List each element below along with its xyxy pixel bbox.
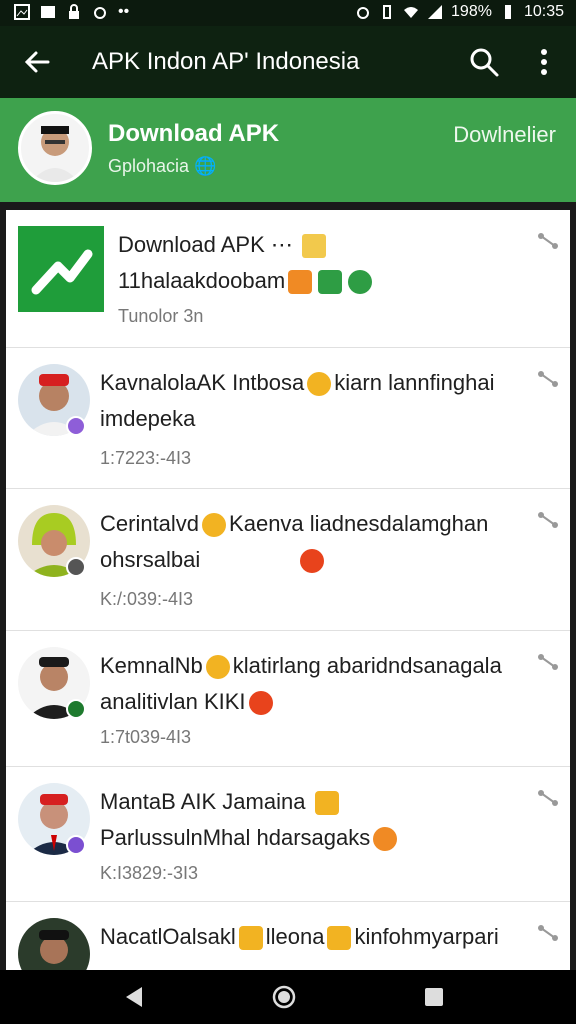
face-emoji-icon — [202, 513, 227, 538]
item-title: Cerintalvd Kaenva liadnesdalamghan — [100, 511, 489, 538]
face-emoji-icon — [307, 372, 332, 397]
emoji-icon — [315, 791, 340, 816]
item-text: imdepeka — [100, 406, 196, 431]
item-text: analitivlan KIKI — [100, 689, 276, 716]
house-emoji-icon — [302, 234, 326, 259]
share-icon[interactable] — [536, 785, 560, 809]
emoji-icon — [327, 926, 352, 951]
signal-icon — [428, 5, 443, 19]
list-item[interactable]: Download APK ⋯ 11halaakdoobam Tunolor 3n — [6, 210, 570, 348]
globe-icon: 🌐 — [194, 156, 217, 176]
status-badge — [66, 699, 86, 719]
channel-avatar[interactable] — [18, 111, 92, 185]
battery-icon — [504, 5, 511, 19]
item-text: ohsrsalbai — [100, 547, 327, 574]
list-item[interactable]: KemnalNb klatirlang abaridndsanagala anal… — [6, 631, 570, 767]
clock: 10:35 — [523, 3, 564, 20]
alarm-icon — [357, 7, 370, 19]
nav-back-icon[interactable] — [122, 984, 148, 1010]
item-title: KemnalNb klatirlang abaridndsanagala — [100, 653, 502, 680]
list-item[interactable]: NacatlOalsakl lleona kinfohmyarpari — [6, 902, 570, 970]
bug-icon — [94, 7, 106, 19]
share-icon[interactable] — [536, 920, 560, 944]
list-item[interactable]: Cerintalvd Kaenva liadnesdalamghan ohsrsa… — [6, 489, 570, 631]
app-bar: APK Indon AP' Indonesia — [0, 26, 576, 98]
list-item[interactable]: MantaB AIK Jamaina ParlussulnMhal hdarsa… — [6, 767, 570, 902]
status-badge — [66, 835, 86, 855]
face-emoji-icon — [205, 655, 230, 680]
vibrate-icon — [383, 5, 392, 19]
user-avatar — [18, 918, 90, 970]
emoji-icon — [238, 926, 263, 951]
item-meta: Tunolor 3n — [118, 306, 204, 326]
list-item[interactable]: KavnalolaAK Intbosa kiarn lannfinghai imd… — [6, 348, 570, 489]
status-badge — [66, 557, 86, 577]
status-bar: •• 198% 10:35 — [0, 0, 576, 26]
music-emoji-icon — [348, 270, 373, 295]
item-meta: K:/:039:-4I3 — [100, 589, 194, 609]
item-title: KavnalolaAK Intbosa kiarn lannfinghai — [100, 370, 495, 397]
more-notifications-icon: •• — [118, 3, 130, 20]
feed-list: Download APK ⋯ 11halaakdoobam Tunolor 3n… — [6, 210, 570, 970]
heart-emoji-icon — [300, 549, 325, 574]
item-title: NacatlOalsakl lleona kinfohmyarpari — [100, 924, 499, 951]
item-text: ParlussulnMhal hdarsagaks — [100, 825, 400, 852]
download-action-button[interactable]: Dowlnelier — [453, 122, 556, 148]
search-icon[interactable] — [466, 44, 502, 80]
share-icon[interactable] — [536, 649, 560, 673]
share-icon[interactable] — [536, 228, 560, 252]
gallery-icon — [14, 4, 30, 20]
item-title: MantaB AIK Jamaina — [100, 789, 342, 816]
nav-recents-icon[interactable] — [421, 984, 447, 1010]
face-emoji-icon — [373, 827, 398, 852]
status-badge — [66, 416, 86, 436]
system-nav-bar — [0, 970, 576, 1024]
channel-subtitle: Gplohacia 🌐 — [108, 156, 217, 176]
back-arrow-icon[interactable] — [20, 44, 56, 80]
nav-home-icon[interactable] — [271, 984, 297, 1010]
app-logo — [18, 226, 104, 312]
gift-emoji-icon — [288, 270, 313, 295]
item-title: Download APK ⋯ — [118, 232, 329, 259]
app-emoji-icon — [318, 270, 343, 295]
battery-level: 198% — [451, 3, 492, 20]
lock-icon — [69, 4, 79, 19]
channel-header: Download APK Gplohacia 🌐 Dowlnelier — [0, 98, 576, 202]
item-meta: 1:7t039-4I3 — [100, 727, 192, 747]
wifi-icon — [404, 7, 419, 18]
photo-icon — [41, 6, 55, 18]
share-icon[interactable] — [536, 507, 560, 531]
item-meta: K:I3829:-3I3 — [100, 863, 199, 883]
item-text: 11halaakdoobam — [118, 268, 375, 295]
item-meta: 1:7223:-4I3 — [100, 448, 192, 468]
page-title: APK Indon AP' Indonesia — [92, 48, 360, 75]
share-icon[interactable] — [536, 366, 560, 390]
heart-emoji-icon — [248, 691, 273, 716]
channel-name: Download APK — [108, 120, 280, 147]
more-vert-icon[interactable] — [530, 44, 558, 80]
